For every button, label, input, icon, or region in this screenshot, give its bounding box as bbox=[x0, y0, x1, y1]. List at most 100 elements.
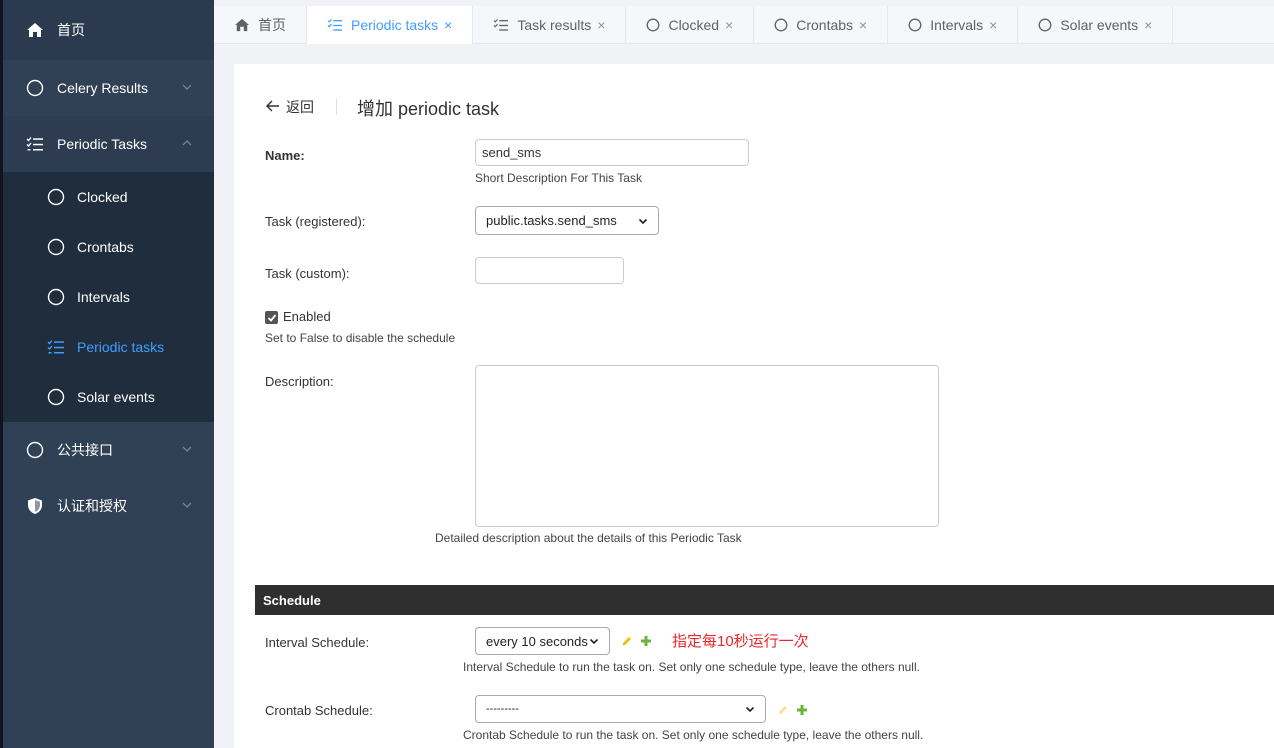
sidebar-item-periodic-tasks-active[interactable]: Periodic tasks bbox=[3, 322, 214, 372]
task-list-icon bbox=[327, 18, 343, 32]
annotation-text: 指定每10秒运行一次 bbox=[672, 633, 809, 650]
description-help: Detailed description about the details o… bbox=[435, 531, 742, 545]
periodic-tasks-submenu: Clocked Crontabs Intervals Periodic task… bbox=[3, 172, 214, 422]
close-icon[interactable]: × bbox=[444, 17, 452, 33]
tab-home[interactable]: 首页 bbox=[214, 6, 307, 44]
shield-icon bbox=[25, 496, 45, 516]
tab-label: Task results bbox=[517, 17, 592, 33]
select-value: --------- bbox=[486, 703, 519, 715]
task-custom-label: Task (custom): bbox=[265, 266, 350, 281]
circle-icon bbox=[25, 78, 45, 98]
sidebar-item-label: Periodic tasks bbox=[77, 339, 165, 355]
sidebar-item-label: 公共接口 bbox=[57, 442, 113, 458]
sidebar-item-label: 首页 bbox=[57, 22, 85, 38]
sidebar-item-intervals[interactable]: Intervals bbox=[3, 272, 214, 322]
sidebar-item-public-api[interactable]: 公共接口 bbox=[3, 422, 214, 478]
tab-bar: 首页 Periodic tasks × Task results × Clock… bbox=[214, 6, 1274, 44]
tab-label: Solar events bbox=[1060, 17, 1139, 33]
tab-intervals[interactable]: Intervals × bbox=[888, 6, 1019, 44]
close-icon[interactable]: × bbox=[725, 17, 733, 33]
enabled-checkbox[interactable] bbox=[265, 311, 278, 324]
circle-icon bbox=[47, 188, 65, 206]
task-list-icon bbox=[25, 134, 45, 154]
tab-crontabs[interactable]: Crontabs × bbox=[754, 6, 889, 44]
crontab-schedule-help: Crontab Schedule to run the task on. Set… bbox=[463, 728, 924, 742]
select-value: every 10 seconds bbox=[486, 633, 588, 649]
close-icon[interactable]: × bbox=[597, 17, 605, 33]
interval-schedule-label: Interval Schedule: bbox=[265, 635, 370, 650]
sidebar-item-label: Clocked bbox=[77, 189, 128, 205]
circle-icon bbox=[908, 18, 922, 32]
title-divider bbox=[336, 99, 337, 115]
crontab-schedule-select[interactable]: --------- bbox=[475, 695, 766, 723]
circle-icon bbox=[47, 388, 65, 406]
circle-icon bbox=[25, 440, 45, 460]
crontab-schedule-label: Crontab Schedule: bbox=[265, 703, 373, 718]
tab-label: Intervals bbox=[930, 17, 984, 33]
task-custom-input[interactable] bbox=[475, 257, 624, 284]
sidebar-item-celery-results[interactable]: Celery Results bbox=[3, 60, 214, 116]
sidebar-item-crontabs[interactable]: Crontabs bbox=[3, 222, 214, 272]
sidebar-item-solar-events[interactable]: Solar events bbox=[3, 372, 214, 422]
circle-icon bbox=[646, 18, 660, 32]
sidebar-item-label: Periodic Tasks bbox=[57, 136, 148, 152]
circle-icon bbox=[47, 238, 65, 256]
sidebar-item-label: Solar events bbox=[77, 389, 155, 405]
chevron-down-icon bbox=[182, 84, 192, 90]
name-label: Name: bbox=[265, 148, 305, 163]
select-value: public.tasks.send_sms bbox=[486, 213, 617, 228]
tab-label: Periodic tasks bbox=[351, 17, 439, 33]
sidebar-item-clocked[interactable]: Clocked bbox=[3, 172, 214, 222]
plus-icon[interactable] bbox=[640, 635, 652, 647]
circle-icon bbox=[47, 288, 65, 306]
chevron-down-icon bbox=[745, 706, 755, 713]
sidebar-item-label: Intervals bbox=[77, 289, 130, 305]
sidebar-item-home[interactable]: 首页 bbox=[3, 0, 214, 60]
close-icon[interactable]: × bbox=[1144, 17, 1152, 33]
chevron-down-icon bbox=[182, 446, 192, 452]
checkmark-icon bbox=[267, 313, 276, 322]
chevron-up-icon bbox=[182, 140, 192, 146]
tab-clocked[interactable]: Clocked × bbox=[626, 6, 755, 44]
plus-icon[interactable] bbox=[796, 704, 808, 716]
task-list-icon bbox=[493, 18, 509, 32]
back-button[interactable]: 返回 bbox=[266, 97, 314, 117]
sidebar-item-auth[interactable]: 认证和授权 bbox=[3, 478, 214, 534]
close-icon[interactable]: × bbox=[989, 17, 997, 33]
circle-icon bbox=[774, 18, 788, 32]
sidebar-item-label: Crontabs bbox=[77, 239, 134, 255]
sidebar: 首页 Celery Results Periodic Tasks Clocked… bbox=[0, 0, 214, 748]
chevron-down-icon bbox=[182, 502, 192, 508]
chevron-down-icon bbox=[638, 218, 648, 224]
description-textarea[interactable] bbox=[475, 365, 939, 527]
enabled-label: Enabled bbox=[283, 309, 331, 324]
tab-label: 首页 bbox=[258, 17, 286, 33]
chevron-down-icon bbox=[589, 638, 599, 645]
close-icon[interactable]: × bbox=[859, 17, 867, 33]
task-list-icon bbox=[47, 338, 65, 356]
page-title: 增加 periodic task bbox=[357, 99, 500, 119]
tab-label: Crontabs bbox=[796, 17, 854, 33]
description-label: Description: bbox=[265, 374, 334, 389]
schedule-heading: Schedule bbox=[255, 585, 1274, 615]
sidebar-item-label: Celery Results bbox=[57, 80, 149, 96]
home-icon bbox=[234, 18, 250, 32]
tab-label: Clocked bbox=[668, 17, 720, 33]
name-input[interactable]: send_sms bbox=[475, 139, 749, 166]
sidebar-item-periodic-tasks[interactable]: Periodic Tasks bbox=[3, 116, 214, 172]
task-registered-select[interactable]: public.tasks.send_sms bbox=[475, 206, 659, 235]
sidebar-item-label: 认证和授权 bbox=[57, 498, 127, 514]
home-icon bbox=[25, 20, 45, 40]
tab-solar-events[interactable]: Solar events × bbox=[1018, 6, 1174, 44]
arrow-left-icon bbox=[266, 99, 280, 115]
pencil-icon[interactable] bbox=[621, 635, 633, 647]
pencil-icon[interactable] bbox=[777, 704, 789, 716]
tab-task-results[interactable]: Task results × bbox=[473, 6, 627, 44]
enabled-help: Set to False to disable the schedule bbox=[265, 331, 456, 345]
task-registered-label: Task (registered): bbox=[265, 214, 366, 229]
tab-periodic-tasks[interactable]: Periodic tasks × bbox=[307, 6, 474, 44]
back-label: 返回 bbox=[286, 99, 314, 115]
circle-icon bbox=[1038, 18, 1052, 32]
interval-schedule-help: Interval Schedule to run the task on. Se… bbox=[463, 660, 920, 674]
interval-schedule-select[interactable]: every 10 seconds bbox=[475, 627, 610, 655]
